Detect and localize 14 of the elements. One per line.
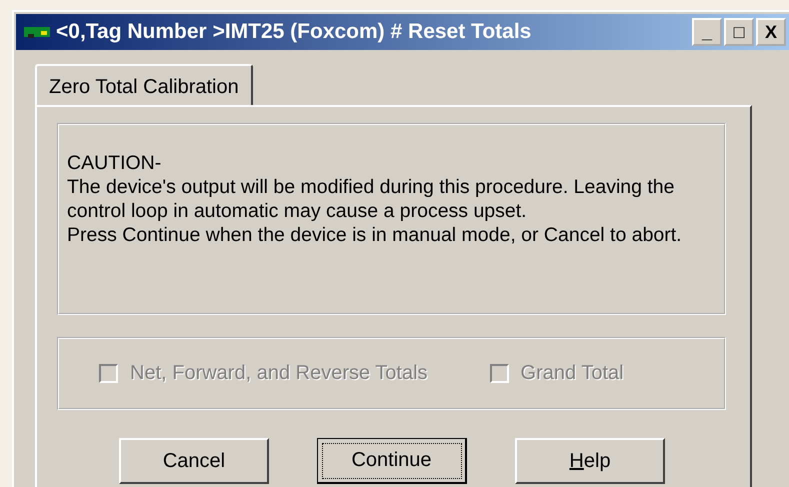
minimize-button[interactable]: _	[692, 18, 722, 46]
caution-text: The device's output will be modified during this procedure. Leaving the control loop in automatic may cause a process upset.	[67, 175, 676, 223]
tab[interactable]: Zero Total Calibration	[35, 64, 253, 105]
device-icon	[24, 25, 50, 39]
cancel-button[interactable]: Cancel	[119, 438, 269, 484]
checkbox-label: Net, Forward, and Reverse Totals	[130, 362, 428, 385]
checkbox-label: Grand Total	[520, 362, 624, 385]
continue-button[interactable]: Continue	[317, 438, 467, 484]
caution-text: Press Continue when the device is in manual mode, or Cancel to abort.	[67, 223, 683, 247]
help-button[interactable]: Help	[515, 438, 665, 484]
close-button[interactable]: X	[756, 18, 786, 46]
window-title: <0,Tag Number >IMT25 (Foxcom) # Reset Totals	[56, 20, 532, 44]
maximize-button[interactable]: □	[724, 18, 754, 46]
caution-text: CAUTION-	[67, 151, 162, 175]
